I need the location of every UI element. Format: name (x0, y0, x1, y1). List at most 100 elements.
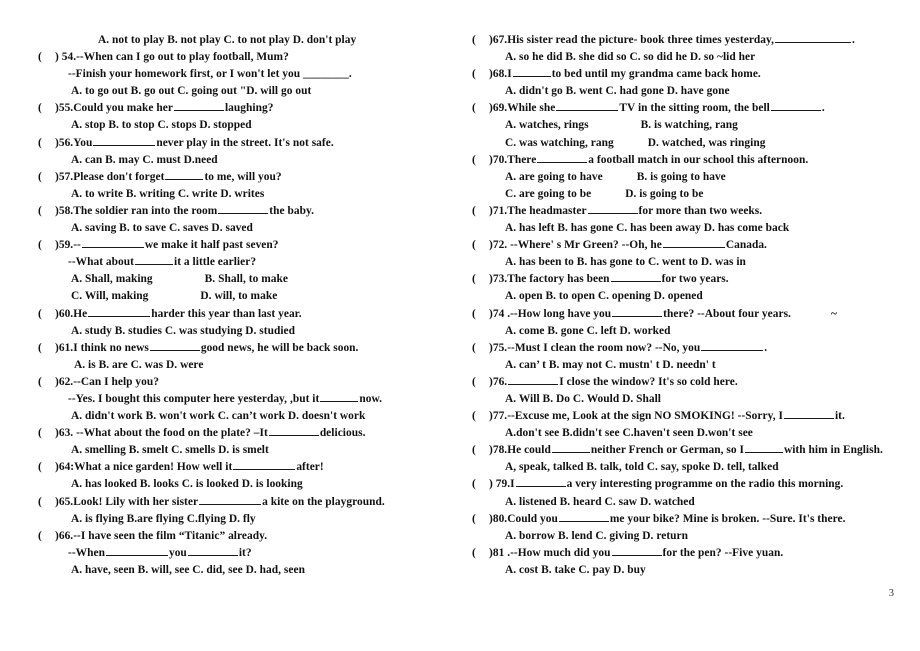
fill-in-blank[interactable] (218, 203, 269, 214)
options-row[interactable]: A. open B. to open C. opening D. opened (505, 288, 906, 305)
answer-bracket[interactable]: ( (38, 425, 55, 442)
fill-in-blank[interactable] (165, 169, 204, 180)
options-row[interactable]: A. borrow B. lend C. giving D. return (505, 528, 906, 545)
options-row[interactable]: A. have, seen B. will, see C. did, see D… (71, 562, 440, 579)
options-row[interactable]: A. come B. gone C. left D. worked (505, 323, 906, 340)
fill-in-blank[interactable] (199, 494, 262, 505)
fill-in-blank[interactable] (587, 203, 638, 214)
options-row[interactable]: A. to go out B. go out C. going out "D. … (71, 83, 440, 100)
fill-in-blank[interactable] (88, 306, 151, 317)
fill-in-blank[interactable] (556, 100, 619, 112)
answer-bracket[interactable]: ( (472, 408, 489, 425)
fill-in-blank[interactable] (701, 340, 764, 351)
options-row[interactable]: A. listened B. heard C. saw D. watched (505, 494, 906, 511)
fill-in-blank[interactable] (744, 442, 783, 454)
fill-in-blank[interactable] (662, 237, 725, 249)
answer-bracket[interactable]: ( (472, 340, 489, 357)
option-d[interactable]: D. is going to be (625, 186, 703, 203)
fill-in-blank[interactable] (268, 425, 319, 437)
options-row[interactable]: A. can’ t B. may not C. mustn' t D. need… (505, 357, 906, 374)
answer-bracket[interactable]: ( (472, 237, 489, 254)
answer-bracket[interactable]: ( (38, 494, 55, 511)
options-row[interactable]: A. didn't go B. went C. had gone D. have… (505, 83, 906, 100)
options-row[interactable]: A. has looked B. looks C. is looked D. i… (71, 476, 440, 493)
fill-in-blank[interactable] (783, 408, 834, 420)
options-row[interactable]: A. to write B. writing C. write D. write… (71, 186, 440, 203)
fill-in-blank[interactable] (512, 66, 551, 78)
options-row[interactable]: A. saving B. to save C. saves D. saved (71, 220, 440, 237)
options-row[interactable]: A. Will B. Do C. Would D. Shall (505, 391, 906, 408)
options-row[interactable]: A.don't see B.didn't see C.haven't seen … (505, 425, 906, 442)
options-row[interactable]: A, speak, talked B. talk, told C. say, s… (505, 459, 906, 476)
fill-in-blank[interactable] (610, 271, 661, 283)
answer-bracket[interactable]: ( (38, 135, 55, 152)
answer-bracket[interactable]: ( (472, 511, 489, 528)
option-a[interactable]: A. watches, rings (505, 117, 589, 134)
answer-bracket[interactable]: ( (38, 459, 55, 476)
option-d[interactable]: D. will, to make (200, 288, 277, 305)
options-row-1[interactable]: A. watches, rings B. is watching, rang (505, 117, 906, 134)
fill-in-blank[interactable] (93, 135, 156, 146)
fill-in-blank[interactable] (233, 459, 296, 471)
option-a[interactable]: A. are going to have (505, 169, 603, 186)
option-b[interactable]: B. is watching, rang (641, 117, 738, 134)
answer-bracket[interactable]: ( (472, 476, 489, 493)
fill-in-blank[interactable] (508, 374, 559, 385)
option-c[interactable]: C. Will, making (71, 288, 148, 305)
options-row[interactable]: A. so he did B. she did so C. so did he … (505, 49, 906, 66)
answer-bracket[interactable]: ( (38, 237, 55, 254)
option-b[interactable]: B. is going to have (637, 169, 726, 186)
fill-in-blank[interactable] (775, 32, 852, 43)
options-row-2[interactable]: C. are going to be D. is going to be (505, 186, 906, 203)
options-row[interactable]: A. stop B. to stop C. stops D. stopped (71, 117, 440, 134)
option-b[interactable]: B. Shall, to make (205, 271, 288, 288)
fill-in-blank[interactable] (770, 100, 821, 112)
answer-bracket[interactable]: ( (472, 545, 489, 562)
option-a[interactable]: A. Shall, making (71, 271, 153, 288)
answer-bracket[interactable]: ( (472, 32, 489, 49)
fill-in-blank[interactable] (537, 152, 588, 163)
fill-in-blank[interactable] (515, 476, 566, 488)
option-d[interactable]: D. watched, was ringing (648, 135, 766, 152)
fill-in-blank[interactable] (551, 442, 590, 454)
fill-in-blank[interactable] (612, 306, 663, 317)
fill-in-blank[interactable] (81, 237, 144, 249)
fill-in-blank[interactable] (187, 545, 238, 556)
options-row[interactable]: A. has been to B. has gone to C. went to… (505, 254, 906, 271)
options-row[interactable]: A. cost B. take C. pay D. buy (505, 562, 906, 579)
answer-bracket[interactable]: ( (472, 152, 489, 169)
answer-bracket[interactable]: ( (38, 340, 55, 357)
answer-bracket[interactable]: ( (472, 271, 489, 288)
fill-in-blank[interactable] (105, 545, 168, 556)
options-row-2[interactable]: C. was watching, rang D. watched, was rin… (505, 135, 906, 152)
options-row-1[interactable]: A. are going to have B. is going to have (505, 169, 906, 186)
answer-bracket[interactable]: ( (472, 203, 489, 220)
option-c[interactable]: C. was watching, rang (505, 135, 614, 152)
fill-in-blank[interactable] (173, 100, 224, 112)
answer-bracket[interactable]: ( (38, 203, 55, 220)
options-row[interactable]: A. has left B. has gone C. has been away… (505, 220, 906, 237)
option-c[interactable]: C. are going to be (505, 186, 591, 203)
options-row[interactable]: A. can B. may C. must D.need (71, 152, 440, 169)
fill-in-blank[interactable] (134, 254, 173, 266)
fill-in-blank[interactable] (320, 391, 359, 402)
fill-in-blank[interactable] (558, 511, 609, 522)
answer-bracket[interactable]: ( (472, 66, 489, 83)
answer-bracket[interactable]: ( (38, 100, 55, 117)
options-row[interactable]: A. is flying B.are flying C.flying D. fl… (71, 511, 440, 528)
fill-in-blank[interactable] (611, 545, 662, 556)
answer-bracket[interactable]: ( (38, 169, 55, 186)
options-row[interactable]: A. study B. studies C. was studying D. s… (71, 323, 440, 340)
fill-in-blank[interactable] (149, 340, 200, 351)
options-row[interactable]: A. is B. are C. was D. were (74, 357, 440, 374)
options-row[interactable]: A. didn't work B. won't work C. can’t wo… (71, 408, 440, 425)
answer-bracket[interactable]: ( (472, 374, 489, 391)
options-row-1[interactable]: A. Shall, making B. Shall, to make (71, 271, 440, 288)
answer-bracket[interactable]: ( (38, 528, 55, 545)
options-row-2[interactable]: C. Will, making D. will, to make (71, 288, 440, 305)
answer-bracket[interactable]: ( (38, 306, 55, 323)
answer-bracket[interactable]: ( (472, 100, 489, 117)
answer-bracket[interactable]: ( (472, 306, 489, 323)
answer-bracket[interactable]: ( (472, 442, 489, 459)
answer-bracket[interactable]: ( (38, 49, 55, 66)
